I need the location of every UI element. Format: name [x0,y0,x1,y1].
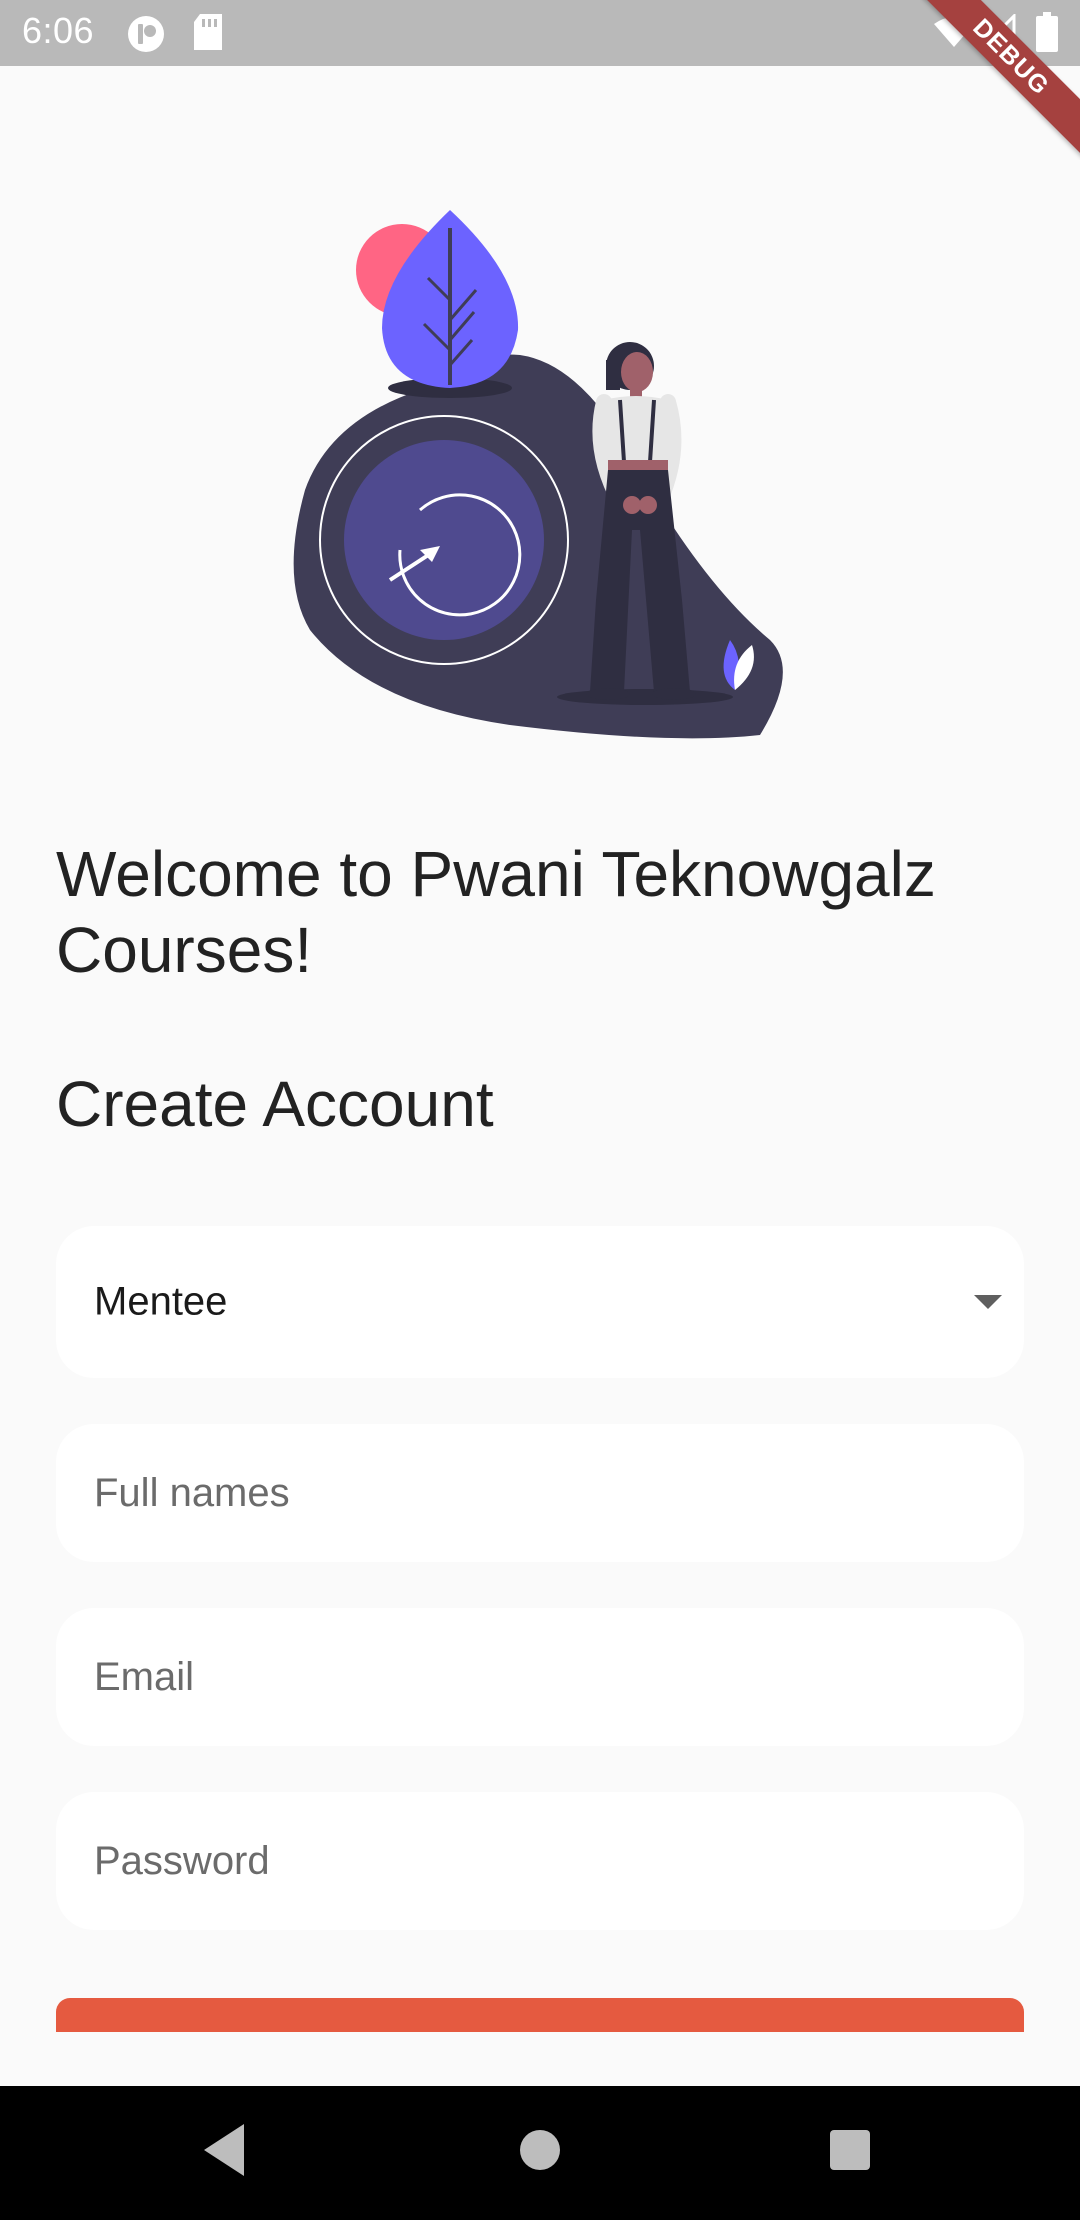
recents-icon[interactable] [826,2122,874,2178]
system-nav-bar [0,2086,1080,2220]
submit-button-container [56,1998,1024,2032]
role-dropdown[interactable]: Mentee [56,1226,1024,1378]
full-names-input[interactable] [56,1424,1024,1562]
full-names-field[interactable] [56,1424,1024,1562]
back-icon[interactable] [202,2122,246,2178]
email-field[interactable] [56,1608,1024,1746]
password-input[interactable] [56,1792,1024,1930]
submit-button[interactable] [56,1998,1024,2032]
status-bar: 6:06 [0,0,1080,66]
status-time: 6:06 [22,10,95,51]
role-dropdown-value: Mentee [94,1279,228,1324]
dropdown-arrow-icon [974,1295,1002,1309]
home-icon[interactable] [516,2122,564,2178]
sd-card-icon [194,14,222,50]
welcome-illustration [293,210,783,739]
password-field[interactable] [56,1792,1024,1930]
create-account-title: Create Account [56,1068,494,1140]
notification-icon [128,16,164,52]
email-input[interactable] [56,1608,1024,1746]
welcome-title: Welcome to Pwani Teknowgalz Courses! [56,838,936,986]
debug-banner-label: DEBUG [920,0,1080,159]
debug-banner: DEBUG [920,0,1080,160]
